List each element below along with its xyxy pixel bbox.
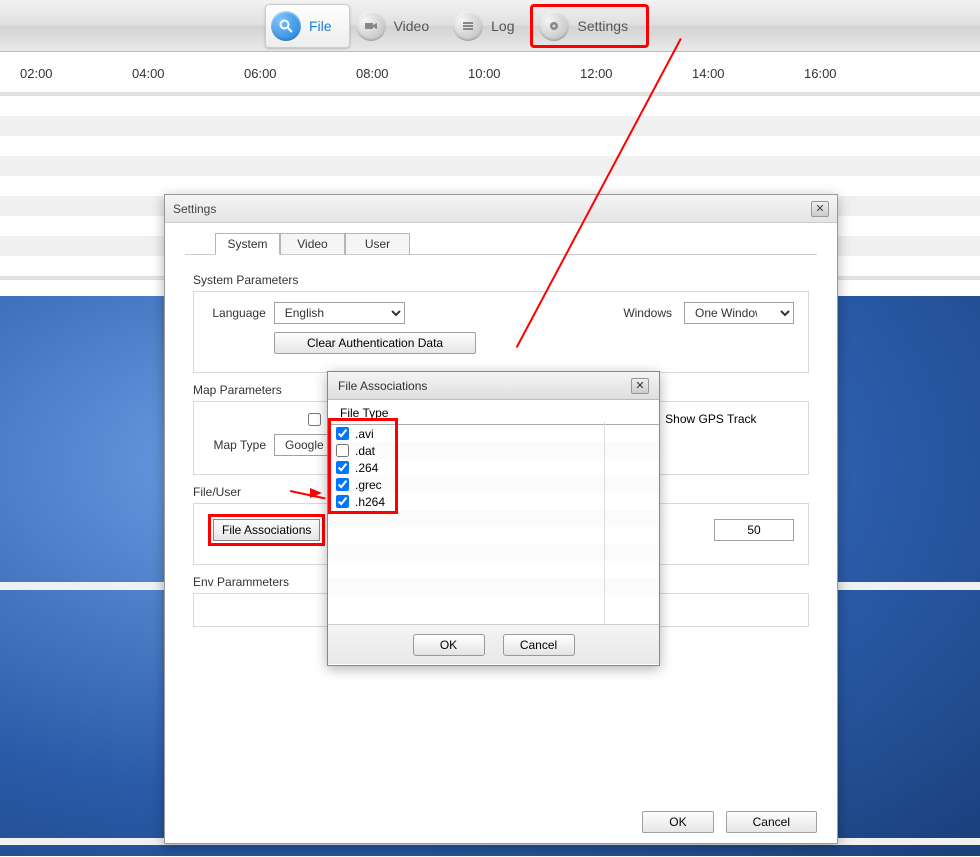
file-type-ext: .dat: [355, 444, 375, 458]
camera-icon: [356, 11, 386, 41]
show-gps-label: Show GPS Track: [665, 412, 756, 426]
timeline-tick: 06:00: [244, 66, 356, 92]
file-type-checkbox[interactable]: [336, 444, 349, 457]
timeline-tick: 16:00: [804, 66, 916, 92]
file-type-row[interactable]: .h264: [328, 493, 659, 510]
language-label: Language: [208, 306, 266, 320]
file-type-row[interactable]: .264: [328, 459, 659, 476]
timeline-tick: 08:00: [356, 66, 468, 92]
tab-label: Video: [394, 18, 430, 34]
file-type-ext: .grec: [355, 478, 382, 492]
file-type-column-header: File Type: [328, 400, 659, 425]
file-type-checkbox[interactable]: [336, 495, 349, 508]
close-icon[interactable]: ✕: [631, 378, 649, 394]
tab-label: Settings: [577, 18, 628, 34]
tab-label: Log: [491, 18, 514, 34]
tab-video[interactable]: Video: [350, 4, 448, 48]
language-select[interactable]: English: [274, 302, 406, 324]
file-type-checkbox[interactable]: [336, 478, 349, 491]
file-user-input[interactable]: [714, 519, 794, 541]
ok-button[interactable]: OK: [642, 811, 713, 833]
settings-tabbar: System Video User: [185, 223, 817, 255]
main-toolbar: File Video Log Settings: [0, 0, 980, 52]
timeline-tick: 04:00: [132, 66, 244, 92]
file-type-row[interactable]: .dat: [328, 442, 659, 459]
timeline-tick: 12:00: [580, 66, 692, 92]
file-associations-title: File Associations: [338, 379, 427, 393]
search-icon: [271, 11, 301, 41]
system-params-box: Language English Windows One Window Clea…: [193, 291, 809, 373]
map-type-label: Map Type: [208, 438, 266, 452]
settings-title: Settings: [173, 202, 216, 216]
file-type-list: .avi .dat .264 .grec .h264: [328, 425, 659, 612]
system-params-label: System Parameters: [193, 273, 809, 287]
settings-titlebar: Settings ✕: [165, 195, 837, 223]
tab-user[interactable]: User: [345, 233, 410, 255]
list-icon: [453, 11, 483, 41]
gear-icon: [539, 11, 569, 41]
file-associations-footer: OK Cancel: [328, 624, 659, 664]
tab-file[interactable]: File: [265, 4, 350, 48]
file-type-row[interactable]: .grec: [328, 476, 659, 493]
ok-button[interactable]: OK: [413, 634, 485, 656]
tab-log[interactable]: Log: [447, 4, 532, 48]
tab-settings[interactable]: Settings: [530, 4, 649, 48]
file-associations-titlebar: File Associations ✕: [328, 372, 659, 400]
cancel-button[interactable]: Cancel: [726, 811, 817, 833]
file-associations-body: File Type .avi .dat .264 .grec .h264: [328, 400, 659, 624]
file-type-row[interactable]: .avi: [328, 425, 659, 442]
timeline-tick: 02:00: [20, 66, 132, 92]
cancel-button[interactable]: Cancel: [503, 634, 575, 656]
file-type-ext: .h264: [355, 495, 385, 509]
file-type-ext: .264: [355, 461, 378, 475]
close-icon[interactable]: ✕: [811, 201, 829, 217]
show-gps-checkbox[interactable]: Show GPS Track: [646, 412, 756, 426]
windows-label: Windows: [623, 306, 672, 320]
file-type-checkbox[interactable]: [336, 427, 349, 440]
settings-footer: OK Cancel: [642, 811, 817, 833]
timeline-tick: 14:00: [692, 66, 804, 92]
timeline-tick: 10:00: [468, 66, 580, 92]
column-divider: [604, 422, 605, 624]
windows-select[interactable]: One Window: [684, 302, 794, 324]
file-type-checkbox[interactable]: [336, 461, 349, 474]
file-associations-dialog: File Associations ✕ File Type .avi .dat …: [327, 371, 660, 666]
tab-label: File: [309, 18, 332, 34]
clear-auth-button[interactable]: Clear Authentication Data: [274, 332, 476, 354]
tab-system[interactable]: System: [215, 233, 280, 255]
timeline: 02:00 04:00 06:00 08:00 10:00 12:00 14:0…: [0, 52, 980, 92]
file-associations-button[interactable]: File Associations: [213, 519, 320, 541]
file-type-ext: .avi: [355, 427, 374, 441]
tab-video[interactable]: Video: [280, 233, 345, 255]
